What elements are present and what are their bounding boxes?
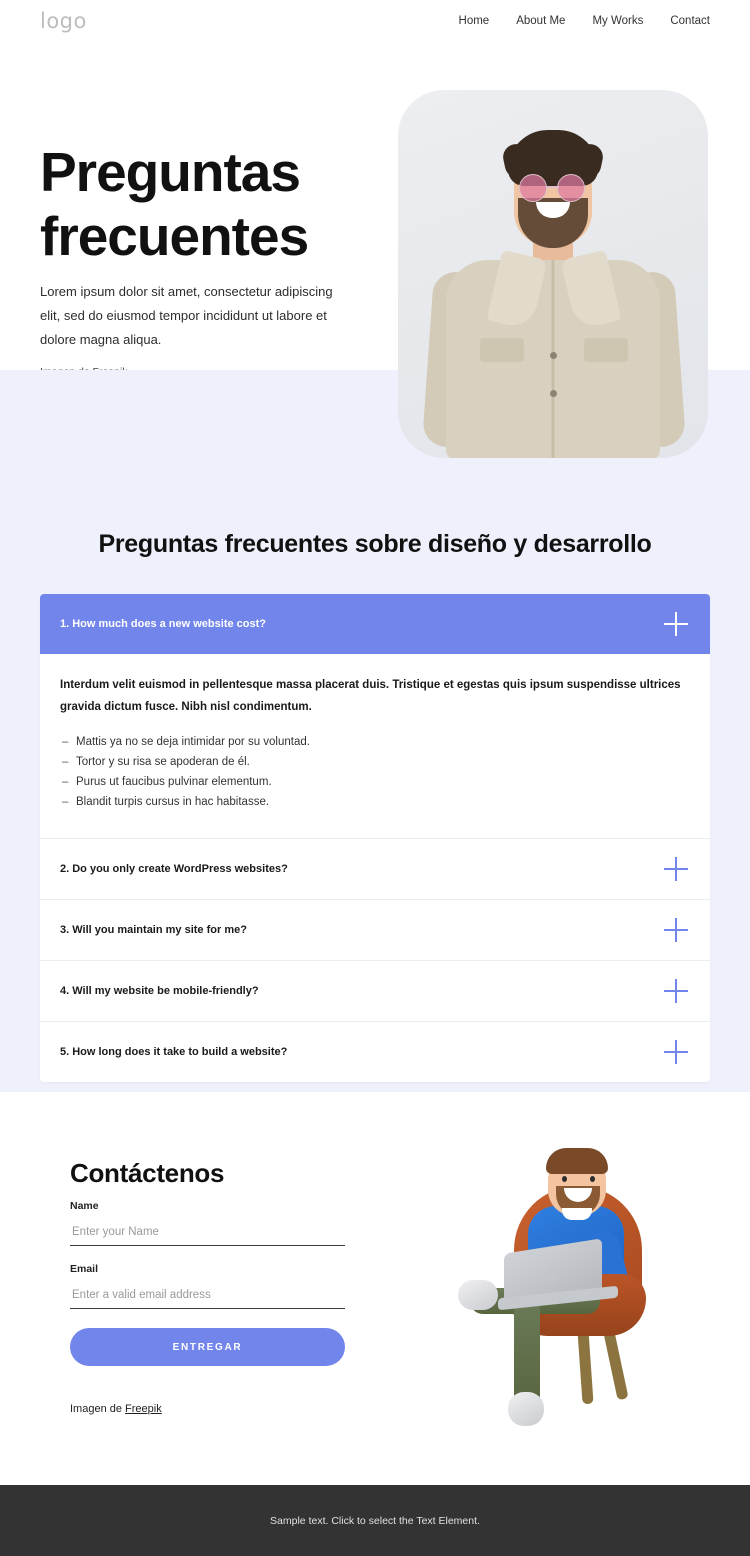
photo-pocket-right	[584, 338, 628, 362]
accordion-item-4: 4. Will my website be mobile-friendly?	[40, 961, 710, 1022]
plus-icon[interactable]	[664, 979, 688, 1003]
faq-section: Preguntas frecuentes sobre diseño y desa…	[0, 370, 750, 1092]
accordion-bullet-list: Mattis ya no se deja intimidar por su vo…	[60, 732, 686, 812]
illus-shoe-left	[458, 1280, 498, 1310]
hero-subtitle: Lorem ipsum dolor sit amet, consectetur …	[40, 284, 333, 347]
photo-sunglasses-left-lens	[519, 174, 547, 202]
contact-section: Contáctenos Name Email ENTREGAR Imagen d…	[0, 1092, 750, 1485]
faq-heading: Preguntas frecuentes sobre diseño y desa…	[98, 530, 652, 558]
accordion-question-3: 3. Will you maintain my site for me?	[60, 924, 247, 936]
accordion-item-5: 5. How long does it take to build a webs…	[40, 1022, 710, 1082]
footer-text[interactable]: Sample text. Click to select the Text El…	[270, 1515, 480, 1527]
contact-credit-link[interactable]: Freepik	[125, 1403, 162, 1415]
faq-accordion: 1. How much does a new website cost? Int…	[40, 594, 710, 1082]
accordion-header-5[interactable]: 5. How long does it take to build a webs…	[40, 1022, 710, 1082]
site-header: logo Home About Me My Works Contact	[0, 0, 750, 48]
illus-chair-leg-3	[602, 1325, 629, 1401]
illus-eye-right	[590, 1176, 595, 1182]
nav-item-contact[interactable]: Contact	[670, 15, 710, 27]
accordion-question-4: 4. Will my website be mobile-friendly?	[60, 985, 259, 997]
logo[interactable]: logo	[40, 11, 87, 32]
accordion-item-2: 2. Do you only create WordPress websites…	[40, 839, 710, 900]
nav-item-about-me[interactable]: About Me	[516, 15, 565, 27]
plus-icon[interactable]	[664, 857, 688, 881]
accordion-item-1: 1. How much does a new website cost? Int…	[40, 594, 710, 839]
name-label: Name	[70, 1200, 99, 1212]
illus-collar	[562, 1208, 592, 1220]
photo-button-2	[550, 390, 557, 397]
accordion-header-4[interactable]: 4. Will my website be mobile-friendly?	[40, 961, 710, 1021]
accordion-panel-1: Interdum velit euismod in pellentesque m…	[40, 654, 710, 838]
email-label: Email	[70, 1263, 99, 1275]
contact-title: Contáctenos	[70, 1158, 225, 1188]
main-navigation: Home About Me My Works Contact	[459, 15, 710, 27]
photo-pocket-left	[480, 338, 524, 362]
site-footer: Sample text. Click to select the Text El…	[0, 1485, 750, 1556]
contact-credit-prefix: Imagen de	[70, 1403, 126, 1415]
contact-illustration	[452, 1134, 692, 1444]
name-input[interactable]	[70, 1221, 345, 1246]
photo-button-1	[550, 352, 557, 359]
photo-sunglasses-right-lens	[557, 174, 585, 202]
list-item: Blandit turpis cursus in hac habitasse.	[60, 792, 686, 812]
email-input[interactable]	[70, 1284, 345, 1309]
illus-eye-left	[562, 1176, 567, 1182]
nav-item-home[interactable]: Home	[459, 15, 490, 27]
illus-hair	[546, 1148, 608, 1174]
accordion-question-1: 1. How much does a new website cost?	[60, 618, 266, 630]
list-item: Mattis ya no se deja intimidar por su vo…	[60, 732, 686, 752]
page-title: Preguntas frecuentes	[40, 141, 309, 267]
name-field-group: Name	[70, 1200, 345, 1246]
illus-shoe-right	[508, 1392, 544, 1426]
accordion-header-2[interactable]: 2. Do you only create WordPress websites…	[40, 839, 710, 899]
accordion-question-5: 5. How long does it take to build a webs…	[60, 1046, 288, 1058]
plus-icon[interactable]	[664, 612, 688, 636]
accordion-question-2: 2. Do you only create WordPress websites…	[60, 863, 288, 875]
photo-sunglasses-bridge	[547, 186, 559, 188]
page-root: logo Home About Me My Works Contact Preg…	[0, 0, 750, 1556]
nav-item-my-works[interactable]: My Works	[592, 15, 643, 27]
submit-button[interactable]: ENTREGAR	[70, 1328, 345, 1366]
photo-hair	[508, 130, 598, 186]
plus-icon[interactable]	[664, 1040, 688, 1064]
email-field-group: Email	[70, 1263, 345, 1309]
plus-icon[interactable]	[664, 918, 688, 942]
list-item: Purus ut faucibus pulvinar elementum.	[60, 772, 686, 792]
accordion-header-3[interactable]: 3. Will you maintain my site for me?	[40, 900, 710, 960]
accordion-lead-text: Interdum velit euismod in pellentesque m…	[60, 679, 681, 713]
hero-photo	[398, 90, 708, 458]
illus-chair-leg-2	[577, 1329, 594, 1405]
accordion-item-3: 3. Will you maintain my site for me?	[40, 900, 710, 961]
list-item: Tortor y su risa se apoderan de él.	[60, 752, 686, 772]
contact-image-credit: Imagen de Freepik	[70, 1403, 162, 1415]
accordion-header-1[interactable]: 1. How much does a new website cost?	[40, 594, 710, 654]
